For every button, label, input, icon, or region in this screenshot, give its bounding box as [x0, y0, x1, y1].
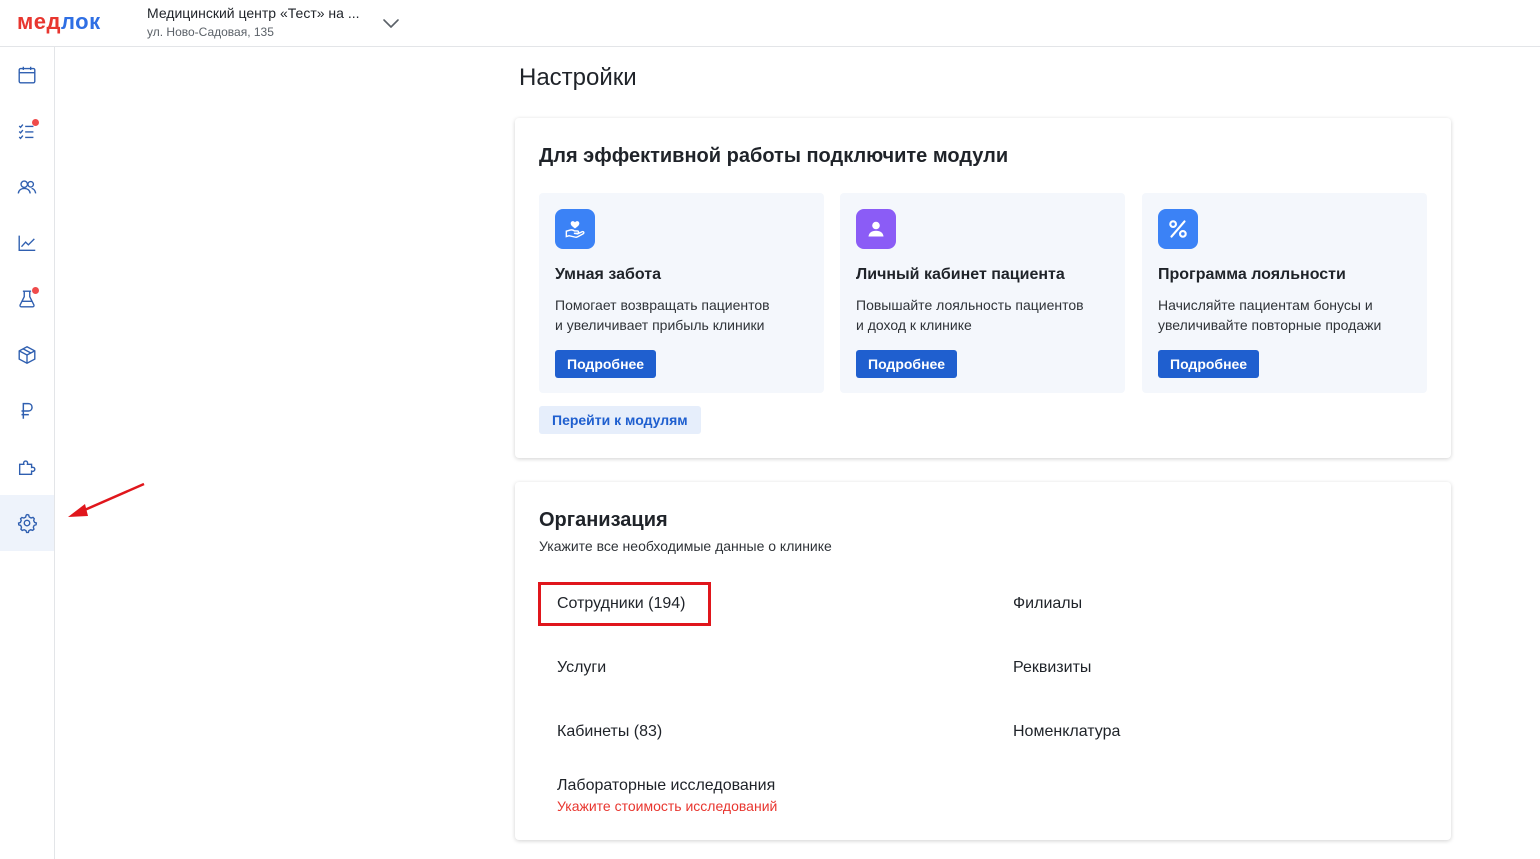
heart-hand-icon [555, 209, 595, 249]
link-services[interactable]: Услуги [557, 659, 606, 677]
goto-modules-button[interactable]: Перейти к модулям [539, 406, 701, 434]
lab-warning-text: Укажите стоимость исследований [557, 798, 778, 814]
puzzle-icon [18, 460, 36, 476]
module-desc-line: Повышайте лояльность пациентов [856, 297, 1084, 313]
sidebar-item-settings[interactable] [0, 495, 54, 551]
organization-card: Организация Укажите все необходимые данн… [515, 482, 1451, 840]
module-card-loyalty: Программа лояльности Начисляйте пациента… [1142, 193, 1427, 393]
module-desc-line: Помогает возвращать пациентов [555, 297, 770, 313]
clinic-address: ул. Ново-Садовая, 135 [147, 25, 274, 39]
module-card-smart-care: Умная забота Помогает возвращать пациент… [539, 193, 824, 393]
sidebar-item-analytics[interactable] [0, 215, 54, 271]
calendar-icon [18, 66, 36, 84]
chevron-down-icon[interactable] [382, 14, 400, 32]
link-requisites[interactable]: Реквизиты [1013, 659, 1091, 677]
page-title: Настройки [519, 64, 637, 91]
clinic-name: Медицинский центр «Тест» на ... [147, 5, 360, 21]
module-description: Повышайте лояльность пациентов и доход к… [856, 295, 1116, 335]
box-icon [18, 345, 36, 365]
sidebar-item-patients[interactable] [0, 159, 54, 215]
link-branches[interactable]: Филиалы [1013, 595, 1082, 613]
sidebar-item-tasks[interactable] [0, 103, 54, 159]
module-desc-line: Начисляйте пациентам бонусы и [1158, 297, 1373, 313]
notification-dot [32, 119, 39, 126]
module-description: Помогает возвращать пациентов и увеличив… [555, 295, 815, 335]
module-description: Начисляйте пациентам бонусы и увеличивай… [1158, 295, 1418, 335]
modules-card: Для эффективной работы подключите модули… [515, 118, 1451, 458]
more-button-smart-care[interactable]: Подробнее [555, 350, 657, 378]
sidebar-item-warehouse[interactable] [0, 327, 54, 383]
modules-title: Для эффективной работы подключите модули [539, 145, 1009, 167]
notification-dot [32, 287, 39, 294]
module-title: Умная забота [555, 266, 661, 283]
annotation-arrow [68, 482, 145, 517]
users-icon [17, 180, 37, 194]
top-header: медлок Медицинский центр «Тест» на ... у… [0, 0, 1540, 47]
logo-part-1: мед [17, 9, 61, 34]
percent-icon [1158, 209, 1198, 249]
sidebar-item-finance[interactable] [0, 383, 54, 439]
link-employees[interactable]: Сотрудники (194) [557, 595, 685, 613]
sidebar-item-lab[interactable] [0, 271, 54, 327]
link-nomenclature[interactable]: Номенклатура [1013, 723, 1120, 741]
ruble-icon [21, 402, 33, 419]
sidebar-item-integrations[interactable] [0, 439, 54, 495]
logo-part-2: лок [60, 9, 101, 34]
more-button-loyalty[interactable]: Подробнее [1158, 350, 1260, 378]
module-title: Программа лояльности [1158, 266, 1346, 283]
module-desc-line: и увеличивает прибыль клиники [555, 317, 765, 333]
module-card-patient-account: Личный кабинет пациента Повышайте лояльн… [840, 193, 1125, 393]
app-logo[interactable]: медлок [17, 9, 101, 35]
clinic-selector[interactable]: Медицинский центр «Тест» на ... ул. Ново… [147, 5, 359, 40]
person-icon [856, 209, 896, 249]
link-lab-tests[interactable]: Лабораторные исследования [557, 777, 775, 795]
link-rooms[interactable]: Кабинеты (83) [557, 723, 662, 741]
module-desc-line: и доход к клинике [856, 317, 972, 333]
chart-icon [18, 235, 36, 252]
more-button-patient-account[interactable]: Подробнее [856, 350, 958, 378]
module-title: Личный кабинет пациента [856, 266, 1065, 283]
organization-title: Организация [539, 509, 668, 531]
sidebar [0, 47, 55, 859]
organization-subtitle: Укажите все необходимые данные о клинике [539, 538, 832, 554]
module-desc-line: увеличивайте повторные продажи [1158, 317, 1382, 333]
sidebar-item-calendar[interactable] [0, 47, 54, 103]
gear-icon [17, 513, 38, 534]
